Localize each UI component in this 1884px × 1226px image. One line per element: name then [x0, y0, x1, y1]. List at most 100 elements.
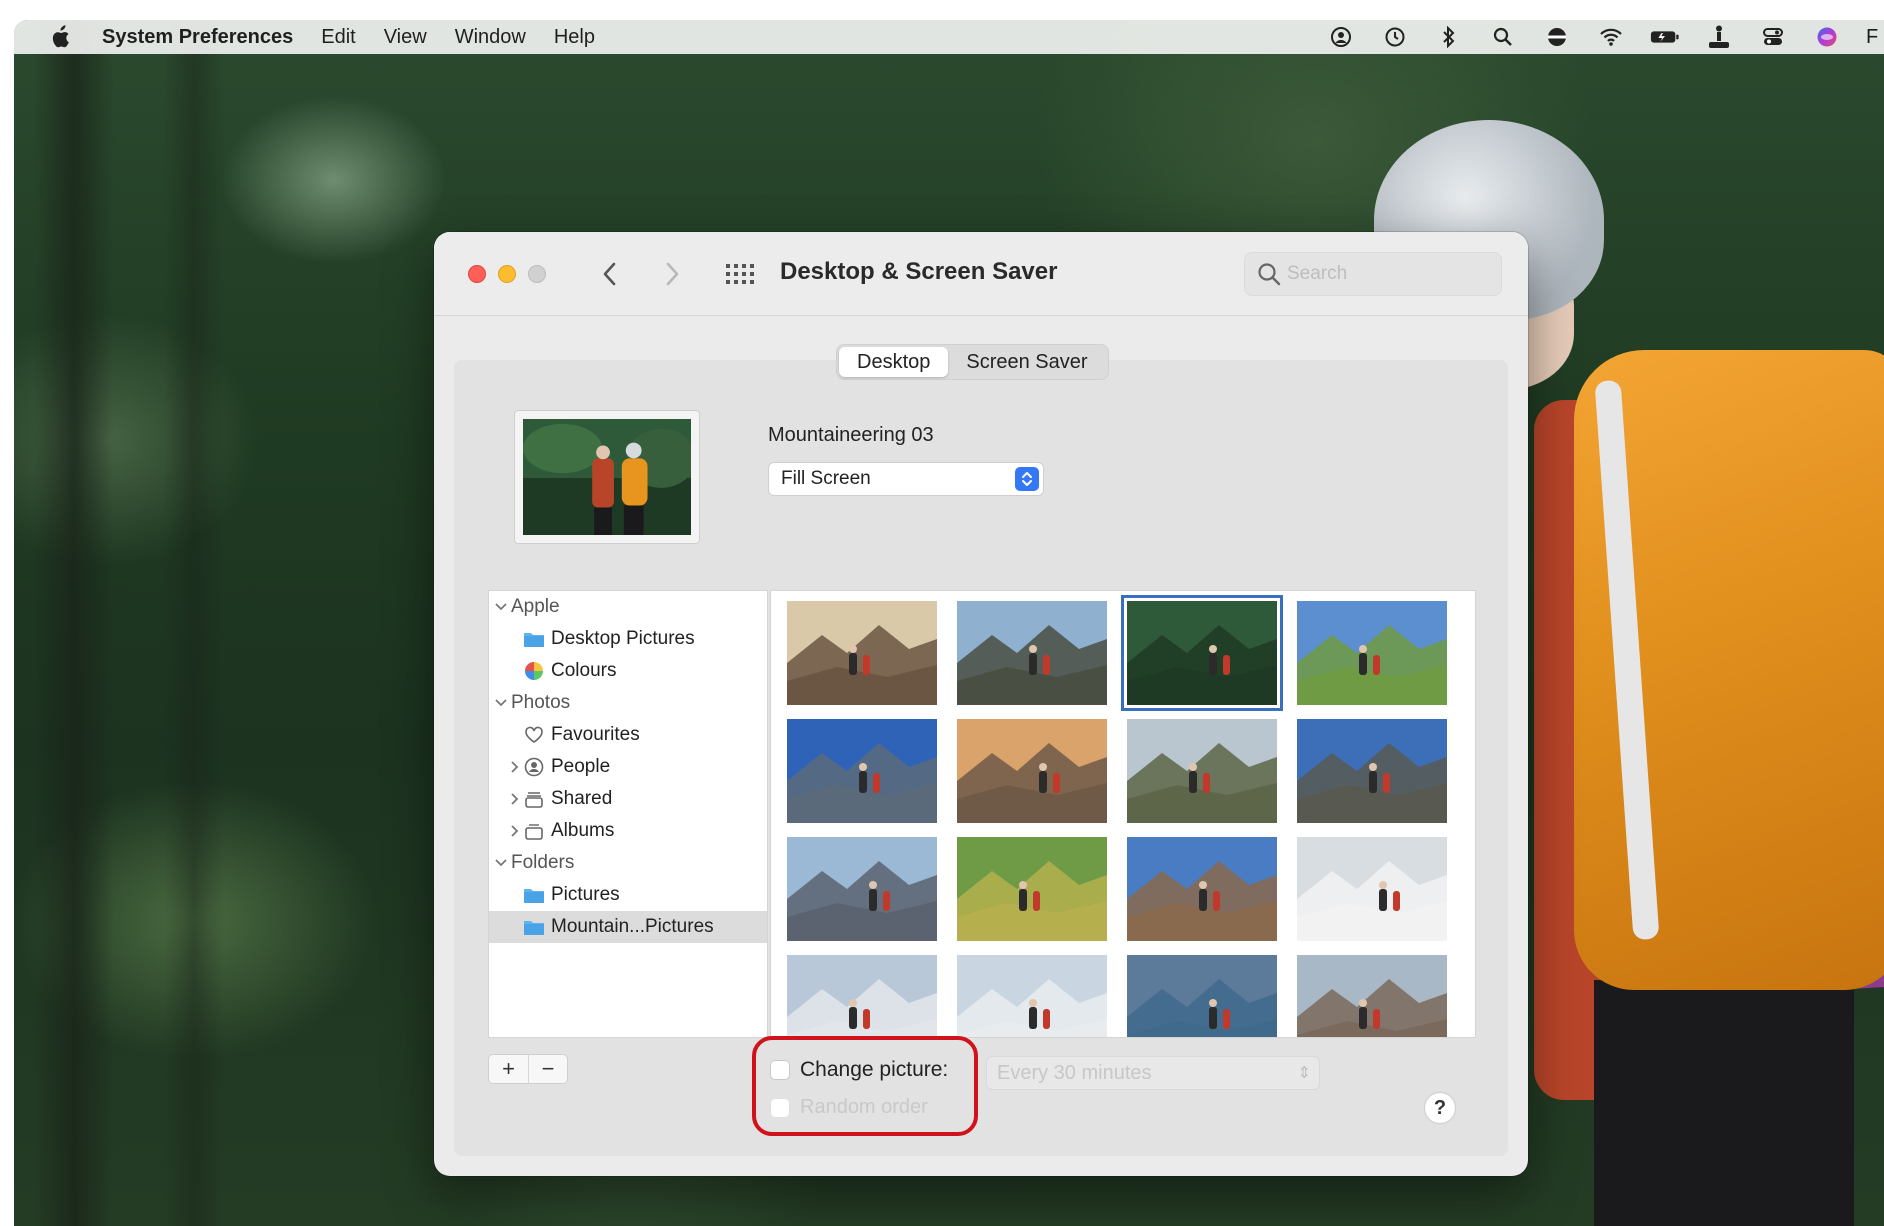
add-folder-button[interactable]: +: [489, 1055, 528, 1083]
tree-trunk-shape: [164, 20, 224, 1226]
wallpaper-thumbnail[interactable]: [1127, 719, 1277, 823]
bluetooth-icon[interactable]: [1434, 24, 1464, 50]
search-icon: [1251, 252, 1287, 296]
wallpaper-thumbnail[interactable]: [957, 601, 1107, 705]
source-item-favourites[interactable]: Favourites: [489, 719, 767, 751]
wallpaper-thumbnail[interactable]: [1297, 601, 1447, 705]
album-icon: [523, 820, 545, 842]
menu-view[interactable]: View: [384, 26, 427, 49]
heart-icon: [523, 724, 545, 746]
source-item-label: Pictures: [551, 884, 620, 905]
control-center-icon[interactable]: [1758, 24, 1788, 50]
menu-window[interactable]: Window: [455, 26, 526, 49]
preview-image: [523, 419, 696, 535]
wallpaper-thumbnail[interactable]: [787, 955, 937, 1038]
vpn-icon[interactable]: [1542, 24, 1572, 50]
fill-mode-select[interactable]: Fill Screen: [768, 462, 1044, 496]
source-group-label: Apple: [511, 596, 560, 617]
wallpaper-thumbnail[interactable]: [787, 719, 937, 823]
preferences-window: Desktop & Screen Saver Desktop Screen Sa…: [434, 232, 1528, 1176]
close-button[interactable]: [468, 265, 486, 283]
menu-help[interactable]: Help: [554, 26, 595, 49]
minimize-button[interactable]: [498, 265, 516, 283]
wallpaper-thumbnail[interactable]: [957, 719, 1107, 823]
remove-folder-button[interactable]: −: [527, 1055, 567, 1083]
select-stepper-icon: [1015, 467, 1039, 491]
wallpaper-thumbnail[interactable]: [1297, 719, 1447, 823]
wallpaper-thumbnail[interactable]: [1127, 837, 1277, 941]
source-group-photos[interactable]: Photos: [489, 687, 767, 719]
wallpaper-name: Mountaineering 03: [768, 424, 934, 446]
add-remove-control: + −: [488, 1054, 568, 1084]
shared-album-icon: [523, 788, 545, 810]
clock-text-clipped[interactable]: F: [1866, 26, 1880, 49]
status-menus: F: [1326, 20, 1884, 54]
accessibility-icon[interactable]: [1704, 24, 1734, 50]
hiker-pants-shape: [1594, 980, 1854, 1226]
search-input[interactable]: [1287, 263, 1477, 285]
wallpaper-thumbnail[interactable]: [1297, 955, 1447, 1038]
source-item-label: Favourites: [551, 724, 640, 745]
source-group-label: Photos: [511, 692, 571, 713]
source-group-apple[interactable]: Apple: [489, 591, 767, 623]
user-switch-icon[interactable]: [1326, 24, 1356, 50]
wallpaper-thumbnail[interactable]: [1297, 837, 1447, 941]
source-item-desktop-pictures[interactable]: Desktop Pictures: [489, 623, 767, 655]
zoom-button[interactable]: [528, 265, 546, 283]
menu-edit[interactable]: Edit: [321, 26, 355, 49]
time-machine-icon[interactable]: [1380, 24, 1410, 50]
source-item-colours[interactable]: Colours: [489, 655, 767, 687]
source-item-shared[interactable]: Shared: [489, 783, 767, 815]
source-group-folders[interactable]: Folders: [489, 847, 767, 879]
tab-screen-saver[interactable]: Screen Saver: [948, 347, 1105, 377]
spotlight-icon[interactable]: [1488, 24, 1518, 50]
wallpaper-thumbnail[interactable]: [787, 837, 937, 941]
source-item-label: People: [551, 756, 611, 777]
wallpaper-thumbnail[interactable]: [1121, 595, 1283, 711]
chevron-right-icon[interactable]: [507, 815, 523, 847]
wallpaper-thumbnail[interactable]: [957, 955, 1107, 1038]
tree-trunk-shape: [34, 20, 114, 1226]
source-item-label: Shared: [551, 788, 613, 809]
back-button[interactable]: [590, 254, 630, 294]
siri-icon[interactable]: [1812, 24, 1842, 50]
battery-icon[interactable]: [1650, 24, 1680, 50]
source-item-people[interactable]: People: [489, 751, 767, 783]
tab-bar: Desktop Screen Saver: [836, 344, 1109, 380]
chevron-down-icon[interactable]: [493, 687, 509, 719]
wallpaper-thumbnail[interactable]: [1127, 955, 1277, 1038]
person-icon: [523, 756, 545, 778]
folder-icon: [523, 916, 545, 938]
apple-menu-icon[interactable]: [44, 20, 76, 54]
chevron-down-icon[interactable]: [493, 591, 509, 623]
forward-button[interactable]: [652, 254, 692, 294]
show-all-grid-icon[interactable]: [720, 256, 760, 292]
tab-desktop[interactable]: Desktop: [839, 347, 949, 377]
wifi-icon[interactable]: [1596, 24, 1626, 50]
folder-icon: [523, 884, 545, 906]
wallpaper-thumbnail[interactable]: [787, 601, 937, 705]
chevron-down-icon[interactable]: [493, 847, 509, 879]
chevron-right-icon[interactable]: [507, 783, 523, 815]
window-title: Desktop & Screen Saver: [780, 258, 1058, 285]
colour-wheel-icon: [523, 660, 545, 682]
source-group-label: Folders: [511, 852, 575, 873]
help-button[interactable]: ?: [1424, 1092, 1456, 1124]
chevron-right-icon[interactable]: [507, 751, 523, 783]
source-item-pictures[interactable]: Pictures: [489, 879, 767, 911]
source-item-albums[interactable]: Albums: [489, 815, 767, 847]
wallpaper-grid: [770, 590, 1476, 1038]
source-item-label: Desktop Pictures: [551, 628, 695, 649]
menu-bar: System Preferences Edit View Window Help: [14, 20, 1884, 54]
interval-select[interactable]: Every 30 minutes ⇕: [986, 1056, 1320, 1090]
source-item-label: Albums: [551, 820, 615, 841]
source-list: Apple Desktop Pictures Colours Photos Fa…: [488, 590, 768, 1038]
menu-app-name[interactable]: System Preferences: [102, 26, 293, 49]
fill-mode-value: Fill Screen: [781, 468, 871, 489]
source-item-mountain-pictures[interactable]: Mountain...Pictures: [489, 911, 767, 943]
select-stepper-icon: ⇕: [1297, 1065, 1311, 1082]
search-field[interactable]: [1244, 252, 1502, 296]
wallpaper-thumbnail[interactable]: [957, 837, 1107, 941]
interval-value: Every 30 minutes: [997, 1061, 1152, 1084]
chevron-left-icon: [603, 262, 616, 286]
